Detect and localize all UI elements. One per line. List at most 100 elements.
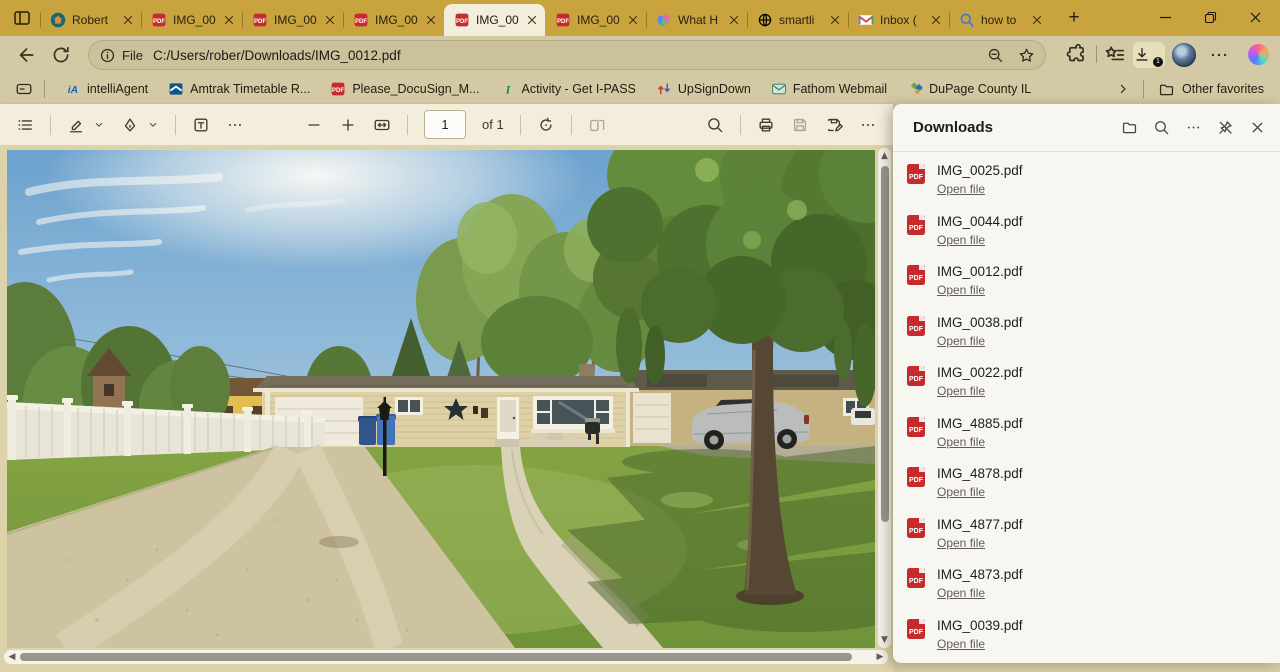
extensions-puzzle-icon[interactable] <box>1066 44 1088 66</box>
favorites-sidebar-icon[interactable] <box>14 80 34 98</box>
download-item[interactable]: PDF IMG_4877.pdf Open file <box>893 514 1280 565</box>
save-as-icon[interactable] <box>825 116 843 134</box>
download-item[interactable]: PDF IMG_0022.pdf Open file <box>893 362 1280 413</box>
tab-close-icon[interactable] <box>323 13 337 27</box>
horizontal-scrollbar[interactable]: ◀ ▶ <box>4 650 888 664</box>
highlighter-icon[interactable] <box>67 116 85 134</box>
close-panel-icon[interactable] <box>1249 119 1266 136</box>
browser-tab[interactable]: PDF IMG_00 <box>141 4 242 36</box>
rotate-icon[interactable] <box>537 116 555 134</box>
downloads-more-dots-icon[interactable] <box>1185 119 1202 136</box>
browser-tab[interactable]: Robert <box>40 4 141 36</box>
favorites-list-icon[interactable] <box>1104 44 1126 66</box>
horizontal-scroll-thumb[interactable] <box>20 653 852 661</box>
favorite-item[interactable]: UpSignDown <box>656 81 751 97</box>
browser-tab[interactable]: how to <box>949 4 1050 36</box>
zoom-in-icon[interactable] <box>339 116 357 134</box>
back-icon[interactable] <box>14 44 36 66</box>
svg-text:PDF: PDF <box>909 326 924 333</box>
favorite-item[interactable]: Fathom Webmail <box>771 81 887 97</box>
tab-close-icon[interactable] <box>121 13 135 27</box>
more-tools-dots-icon[interactable] <box>226 116 244 134</box>
zoom-indicator-icon[interactable] <box>987 47 1004 64</box>
browser-tab[interactable]: smartli <box>747 4 848 36</box>
tab-close-icon[interactable] <box>424 13 438 27</box>
open-file-link[interactable]: Open file <box>937 536 985 550</box>
favorite-item[interactable]: PDF Please_DocuSign_M... <box>330 81 479 97</box>
more-options-dots-icon[interactable] <box>859 116 877 134</box>
page-view-icon[interactable] <box>588 116 606 134</box>
browser-tab[interactable]: What H <box>646 4 747 36</box>
new-tab-button[interactable]: + <box>1063 7 1085 29</box>
profile-avatar[interactable] <box>1172 43 1196 67</box>
download-item[interactable]: PDF IMG_0025.pdf Open file <box>893 160 1280 211</box>
print-icon[interactable] <box>757 116 775 134</box>
downloads-button[interactable]: 1 <box>1133 42 1165 68</box>
chevron-down-icon[interactable] <box>93 119 105 131</box>
tab-close-icon[interactable] <box>525 13 539 27</box>
download-item[interactable]: PDF IMG_4878.pdf Open file <box>893 463 1280 514</box>
scroll-up-arrow[interactable]: ▲ <box>878 150 891 162</box>
info-icon[interactable] <box>99 47 116 64</box>
open-downloads-folder-icon[interactable] <box>1121 119 1138 136</box>
download-item[interactable]: PDF IMG_4885.pdf Open file <box>893 413 1280 464</box>
copilot-icon[interactable] <box>1248 44 1269 65</box>
chevron-down-icon[interactable] <box>147 119 159 131</box>
unpin-panel-icon[interactable] <box>1217 119 1234 136</box>
open-file-link[interactable]: Open file <box>937 586 985 600</box>
open-file-link[interactable]: Open file <box>937 435 985 449</box>
tab-close-icon[interactable] <box>727 13 741 27</box>
favorite-item[interactable]: Amtrak Timetable R... <box>168 81 310 97</box>
favorite-item[interactable]: iA intelliAgent <box>65 81 148 97</box>
table-of-contents-icon[interactable] <box>16 116 34 134</box>
close-window-button[interactable] <box>1233 0 1277 34</box>
browser-tab[interactable]: PDF IMG_00 <box>444 4 545 36</box>
open-file-link[interactable]: Open file <box>937 334 985 348</box>
settings-dots-icon[interactable] <box>1208 44 1230 66</box>
zoom-out-icon[interactable] <box>305 116 323 134</box>
download-item[interactable]: PDF IMG_0039.pdf Open file <box>893 615 1280 660</box>
scroll-left-arrow[interactable]: ◀ <box>6 651 18 663</box>
tab-close-icon[interactable] <box>929 13 943 27</box>
fit-to-width-icon[interactable] <box>373 116 391 134</box>
open-file-link[interactable]: Open file <box>937 637 985 651</box>
scroll-down-arrow[interactable]: ▼ <box>878 634 891 646</box>
browser-tab[interactable]: PDF IMG_00 <box>343 4 444 36</box>
tab-close-icon[interactable] <box>1030 13 1044 27</box>
tab-close-icon[interactable] <box>222 13 236 27</box>
browser-window: Robert PDF IMG_00 PDF IMG_00 PDF IMG_00 … <box>0 0 1280 672</box>
download-item[interactable]: PDF IMG_0038.pdf Open file <box>893 312 1280 363</box>
restore-button[interactable] <box>1188 0 1232 34</box>
download-item[interactable]: PDF IMG_0044.pdf Open file <box>893 211 1280 262</box>
refresh-icon[interactable] <box>50 44 72 66</box>
save-icon[interactable] <box>791 116 809 134</box>
favorite-item[interactable]: I Activity - Get I-PASS <box>500 81 636 97</box>
address-bar[interactable]: File C:/Users/rober/Downloads/IMG_0012.p… <box>88 40 1046 70</box>
draw-pen-icon[interactable] <box>121 116 139 134</box>
favorite-item[interactable]: DuPage County IL <box>907 81 1031 97</box>
workspaces-icon[interactable] <box>12 8 32 28</box>
search-downloads-icon[interactable] <box>1153 119 1170 136</box>
download-item[interactable]: PDF IMG_4873.pdf Open file <box>893 564 1280 615</box>
page-number-input[interactable] <box>424 110 466 139</box>
vertical-scrollbar[interactable]: ▲ ▼ <box>878 148 891 648</box>
other-favorites-button[interactable]: Other favorites <box>1158 81 1264 98</box>
browser-tab[interactable]: PDF IMG_00 <box>242 4 343 36</box>
tab-close-icon[interactable] <box>828 13 842 27</box>
favorites-overflow-chevron-icon[interactable] <box>1115 81 1131 97</box>
open-file-link[interactable]: Open file <box>937 233 985 247</box>
tab-close-icon[interactable] <box>626 13 640 27</box>
browser-tab[interactable]: Inbox ( <box>848 4 949 36</box>
scroll-right-arrow[interactable]: ▶ <box>874 651 886 663</box>
download-item[interactable]: PDF IMG_0012.pdf Open file <box>893 261 1280 312</box>
vertical-scroll-thumb[interactable] <box>881 166 889 522</box>
search-document-icon[interactable] <box>706 116 724 134</box>
open-file-link[interactable]: Open file <box>937 384 985 398</box>
open-file-link[interactable]: Open file <box>937 485 985 499</box>
add-text-icon[interactable] <box>192 116 210 134</box>
browser-tab[interactable]: PDF IMG_00 <box>545 4 646 36</box>
open-file-link[interactable]: Open file <box>937 283 985 297</box>
minimize-button[interactable] <box>1143 0 1187 34</box>
add-favorite-star-icon[interactable] <box>1018 47 1035 64</box>
open-file-link[interactable]: Open file <box>937 182 985 196</box>
